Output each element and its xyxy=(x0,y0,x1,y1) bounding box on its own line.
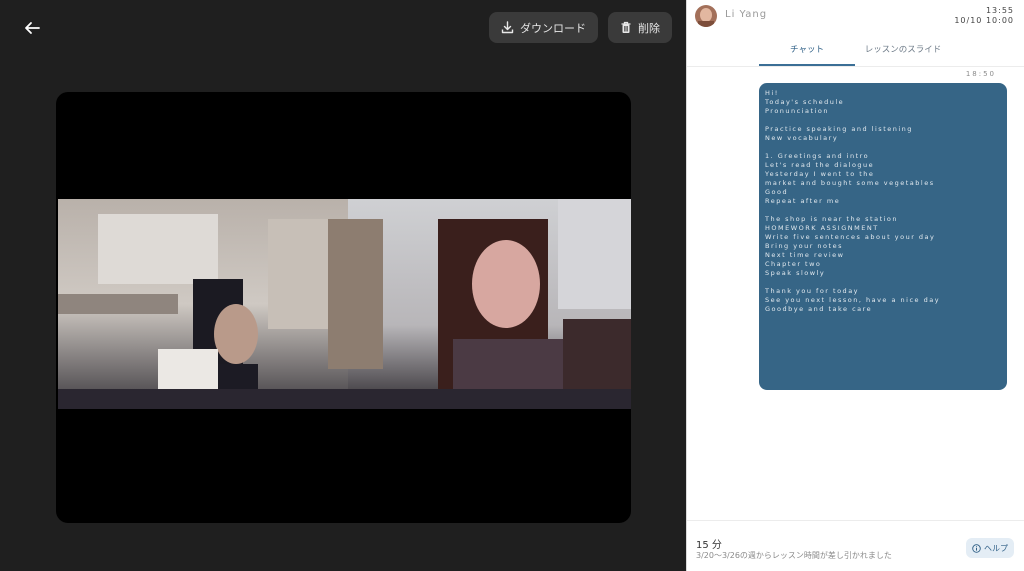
chat-line: HOMEWORK ASSIGNMENT xyxy=(765,224,879,232)
chat-line: Today's schedule xyxy=(765,98,845,106)
delete-button[interactable]: 削除 xyxy=(608,12,672,43)
help-label: ヘルプ xyxy=(984,543,1008,553)
lesson-meta-line-1: 13:55 xyxy=(985,6,1014,15)
chat-line: See you next lesson, have a nice day xyxy=(765,296,941,304)
download-button[interactable]: ダウンロード xyxy=(489,12,598,43)
chat-line: Pronunciation xyxy=(765,107,829,115)
chat-message-bubble: Hi! Today's schedule Pronunciation Practice… xyxy=(759,83,1007,390)
tab-lesson-slides[interactable]: レッスンのスライド xyxy=(855,40,951,64)
sidebar-tabs: チャット レッスンのスライド xyxy=(759,40,951,66)
tutor-name[interactable]: Li Yang xyxy=(725,9,767,20)
download-label: ダウンロード xyxy=(520,21,586,35)
chat-line-gap xyxy=(765,278,1001,287)
chat-line-gap xyxy=(765,143,1001,152)
chat-line-gap xyxy=(765,116,1001,125)
chat-line: Goodbye and take care xyxy=(765,305,873,313)
chat-line: Next time review xyxy=(765,251,845,259)
video-player-panel: ダウンロード 削除 xyxy=(0,0,686,571)
chat-line: New vocabulary xyxy=(765,134,839,142)
tutor-avatar[interactable] xyxy=(695,5,717,27)
chat-line: Let's read the dialogue xyxy=(765,161,875,169)
chat-line: 1. Greetings and intro xyxy=(765,152,870,160)
footer-divider xyxy=(687,520,1024,521)
info-icon xyxy=(972,543,981,553)
toolbar-actions: ダウンロード 削除 xyxy=(489,12,672,43)
chat-line: Yesterday I went to the xyxy=(765,170,875,178)
video-frame xyxy=(58,199,631,409)
chat-line: Hi! xyxy=(765,89,779,97)
chat-line: Good xyxy=(765,188,789,196)
lesson-sidebar: Li Yang 13:55 10/10 10:00 チャット レッスンのスライド… xyxy=(687,0,1024,571)
chat-line: Thank you for today xyxy=(765,287,860,295)
lesson-duration: 15 分 xyxy=(696,540,722,551)
help-button[interactable]: ヘルプ xyxy=(966,538,1014,558)
chat-line: Speak slowly xyxy=(765,269,826,277)
tabs-underline xyxy=(687,66,1024,67)
deduction-note: 3/20〜3/26の週からレッスン時間が差し引かれました xyxy=(696,551,892,560)
message-timestamp: 18:50 xyxy=(965,70,996,78)
arrow-left-icon xyxy=(25,22,40,34)
delete-label: 削除 xyxy=(638,21,660,35)
chat-line: Chapter two xyxy=(765,260,822,268)
chat-line: Practice speaking and listening xyxy=(765,125,913,133)
chat-line: Repeat after me xyxy=(765,197,841,205)
trash-icon xyxy=(621,21,631,33)
tab-chat[interactable]: チャット xyxy=(759,40,855,66)
lesson-meta: 13:55 10/10 10:00 xyxy=(954,6,1014,26)
chat-line: market and bought some vegetables xyxy=(765,179,935,187)
video-container[interactable] xyxy=(56,92,631,523)
back-button[interactable] xyxy=(18,14,46,42)
chat-line: Write five sentences about your day xyxy=(765,233,936,241)
lesson-meta-line-2: 10/10 10:00 xyxy=(954,16,1014,25)
chat-line-gap xyxy=(765,206,1001,215)
download-icon xyxy=(501,21,514,34)
chat-line: Bring your notes xyxy=(765,242,843,250)
chat-line: The shop is near the station xyxy=(765,215,899,223)
